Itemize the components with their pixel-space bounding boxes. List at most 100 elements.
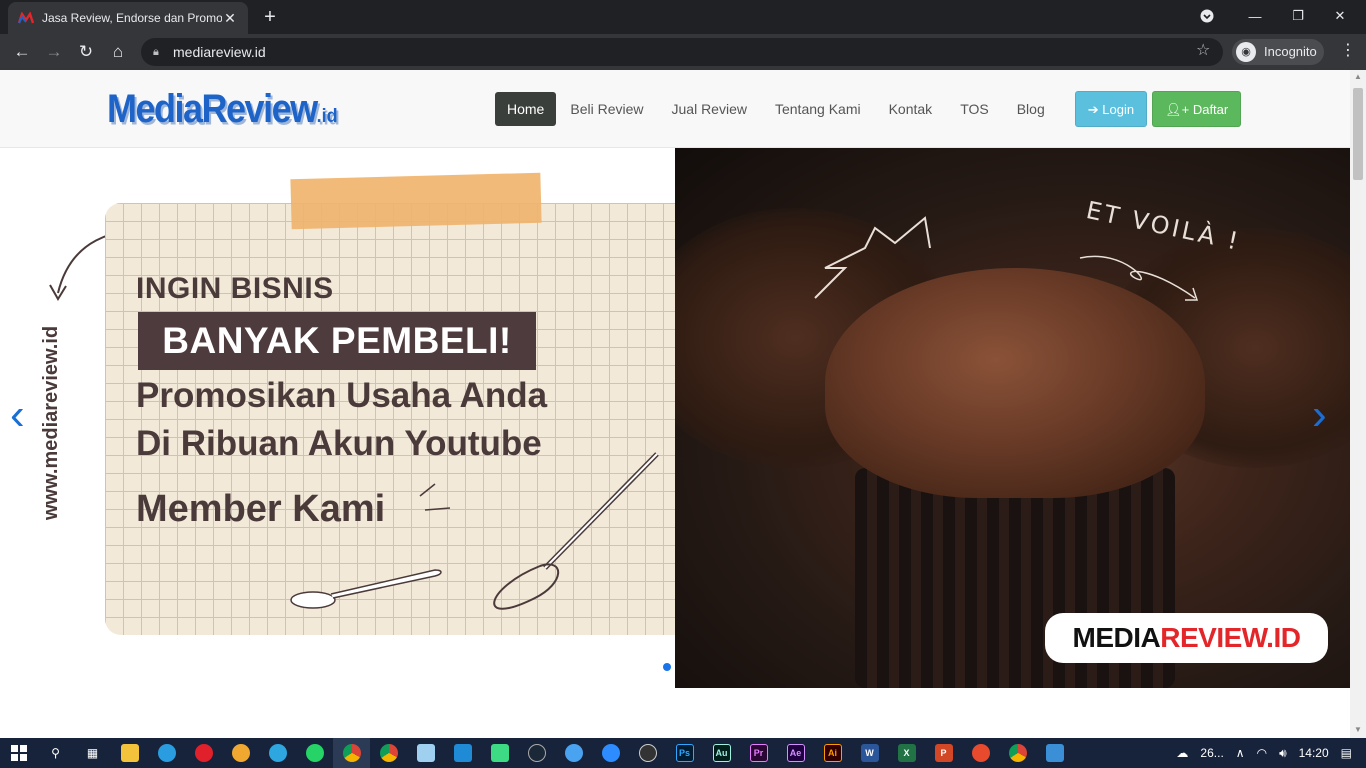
mediareview-logo-badge: MEDIAREVIEW.ID <box>1045 613 1328 663</box>
site-favicon-icon <box>18 10 34 26</box>
audition-icon[interactable]: Au <box>703 738 740 768</box>
logo-main-text: MediaReview <box>107 85 318 131</box>
site-logo[interactable]: MediaReview.id <box>107 86 338 132</box>
hero-badge: BANYAK PEMBELI! <box>138 312 536 370</box>
vscode-icon[interactable] <box>444 738 481 768</box>
login-label: Login <box>1102 102 1135 117</box>
address-bar[interactable]: 🔒︎ mediareview.id <box>141 38 1223 66</box>
browser-tab[interactable]: Jasa Review, Endorse dan Promosi ✕ <box>8 2 248 34</box>
new-tab-button[interactable]: + <box>258 6 282 28</box>
carousel-next-icon[interactable]: › <box>1312 393 1327 437</box>
android-studio-icon[interactable] <box>481 738 518 768</box>
web-page: MediaReview.id Home Beli Review Jual Rev… <box>0 70 1350 740</box>
chrome-alt-icon[interactable] <box>370 738 407 768</box>
login-icon: ➔ <box>1087 102 1099 117</box>
carousel-indicator-dot[interactable] <box>663 663 671 671</box>
tab-close-icon[interactable]: ✕ <box>222 10 238 27</box>
scroll-up-icon[interactable]: ▲ <box>1353 72 1363 81</box>
user-plus-icon: 👤︎+ <box>1165 102 1190 117</box>
chrome-canary-icon[interactable] <box>222 738 259 768</box>
illustrator-icon[interactable]: Ai <box>814 738 851 768</box>
login-button[interactable]: ➔ Login <box>1074 91 1148 127</box>
carousel-prev-icon[interactable]: ‹ <box>10 393 25 437</box>
logo-black-text: MEDIA <box>1072 622 1161 653</box>
browser-tab-strip: Jasa Review, Endorse dan Promosi ✕ + — ❐… <box>0 0 1366 34</box>
wifi-icon[interactable]: ◠ <box>1257 746 1267 760</box>
forward-icon[interactable]: → <box>42 40 66 64</box>
premiere-icon[interactable]: Pr <box>740 738 777 768</box>
spoon-whisk-doodle <box>290 452 659 610</box>
messenger-icon[interactable] <box>555 738 592 768</box>
photoshop-icon[interactable]: Ps <box>666 738 703 768</box>
weather-temperature[interactable]: 26... <box>1200 746 1223 760</box>
word-icon[interactable]: W <box>851 738 888 768</box>
maximize-button[interactable]: ❐ <box>1278 0 1318 32</box>
site-header: MediaReview.id Home Beli Review Jual Rev… <box>0 70 1350 148</box>
swirl-arrow-doodle <box>1079 255 1199 301</box>
file-explorer-icon[interactable] <box>111 738 148 768</box>
browser-menu-icon[interactable]: ⋮ <box>1338 40 1358 60</box>
notification-icon[interactable]: ▤ <box>1341 746 1352 760</box>
zoom-icon[interactable] <box>592 738 629 768</box>
tape-strip <box>290 172 542 230</box>
reload-icon[interactable]: ↻ <box>74 40 98 64</box>
scroll-down-icon[interactable]: ▼ <box>1353 725 1363 734</box>
window-close-button[interactable]: ✕ <box>1320 0 1360 32</box>
nav-home[interactable]: Home <box>495 92 557 126</box>
excel-icon[interactable]: X <box>888 738 925 768</box>
et-voila-text: ET VOILÀ ! <box>1083 195 1244 257</box>
scroll-thumb[interactable] <box>1353 88 1363 180</box>
home-icon[interactable]: ⌂ <box>106 40 130 64</box>
steam-icon[interactable] <box>518 738 555 768</box>
url-text: mediareview.id <box>173 44 266 60</box>
page-scrollbar[interactable]: ▲ ▼ <box>1350 70 1366 740</box>
volume-icon[interactable]: 🔊︎ <box>1279 746 1287 761</box>
browser-toolbar: ← → ↻ ⌂ 🔒︎ mediareview.id ☆ ◉ Incognito … <box>0 34 1366 70</box>
nav-kontak[interactable]: Kontak <box>875 92 947 126</box>
incognito-icon: ◉ <box>1236 42 1256 62</box>
powerpoint-icon[interactable]: P <box>925 738 962 768</box>
star-doodle <box>814 216 931 299</box>
telegram-icon[interactable] <box>259 738 296 768</box>
hero-line-promosikan: Promosikan Usaha Anda <box>136 376 548 415</box>
obs-icon[interactable] <box>629 738 666 768</box>
bookmark-star-icon[interactable]: ☆ <box>1196 40 1210 60</box>
back-icon[interactable]: ← <box>10 40 34 64</box>
screenshot-tool-icon[interactable] <box>962 738 999 768</box>
after-effects-icon[interactable]: Ae <box>777 738 814 768</box>
incognito-label: Incognito <box>1264 44 1317 59</box>
chrome-profile-icon[interactable] <box>999 738 1036 768</box>
tab-search-icon[interactable] <box>1195 0 1219 32</box>
chrome-icon[interactable] <box>333 738 370 768</box>
vertical-site-url: www.mediareview.id <box>40 325 62 521</box>
weather-icon[interactable]: ☁ <box>1176 746 1188 760</box>
nav-jual-review[interactable]: Jual Review <box>658 92 761 126</box>
minimize-button[interactable]: — <box>1232 0 1278 32</box>
nav-beli-review[interactable]: Beli Review <box>556 92 657 126</box>
nav-tentang-kami[interactable]: Tentang Kami <box>761 92 875 126</box>
opera-icon[interactable] <box>185 738 222 768</box>
tab-title: Jasa Review, Endorse dan Promosi <box>42 11 222 25</box>
whatsapp-icon[interactable] <box>296 738 333 768</box>
windows-taskbar: ⚲ ▦ Ps Au Pr Ae Ai W X P ☁ 26... ∧ ◠ 🔊︎ … <box>0 738 1366 768</box>
main-nav: Home Beli Review Jual Review Tentang Kam… <box>495 91 1242 127</box>
incognito-indicator[interactable]: ◉ Incognito <box>1232 39 1324 65</box>
logo-red-text: REVIEW.ID <box>1160 622 1301 653</box>
tray-overflow-icon[interactable]: ∧ <box>1236 746 1245 760</box>
hero-line-ingin-bisnis: INGIN BISNIS <box>136 272 334 305</box>
system-tray: ☁ 26... ∧ ◠ 🔊︎ 14:20 ▤ <box>1170 738 1366 768</box>
daftar-label: Daftar <box>1192 102 1229 117</box>
nav-blog[interactable]: Blog <box>1003 92 1059 126</box>
logo-suffix-text: .id <box>316 104 338 127</box>
nav-tos[interactable]: TOS <box>946 92 1003 126</box>
search-icon[interactable]: ⚲ <box>37 738 74 768</box>
daftar-button[interactable]: 👤︎+ Daftar <box>1152 91 1242 127</box>
clock-time[interactable]: 14:20 <box>1299 746 1329 760</box>
windows-start-icon[interactable] <box>0 738 37 768</box>
hero-carousel: www.mediareview.id INGIN BISNIS BANYAK P… <box>0 148 1350 688</box>
photos-icon[interactable] <box>1036 738 1073 768</box>
edge-icon[interactable] <box>148 738 185 768</box>
notepad-icon[interactable] <box>407 738 444 768</box>
lock-icon: 🔒︎ <box>153 46 159 58</box>
task-view-icon[interactable]: ▦ <box>74 738 111 768</box>
